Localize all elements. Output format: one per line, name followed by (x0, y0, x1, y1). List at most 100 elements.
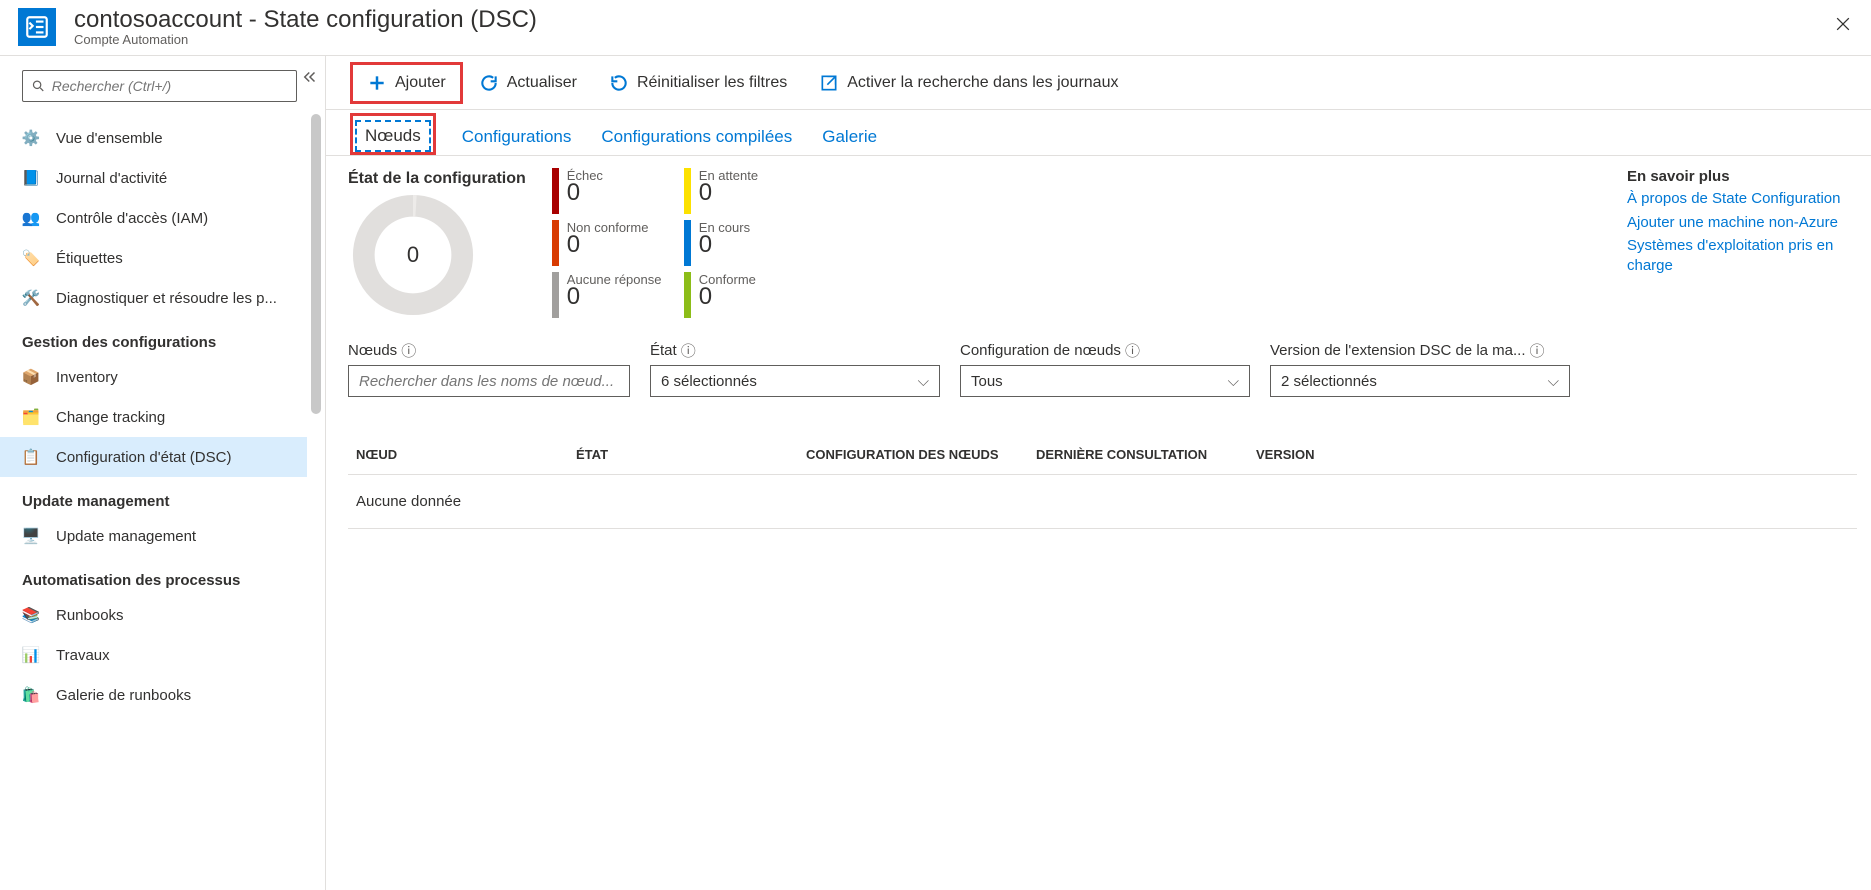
bar-icon (684, 272, 691, 318)
dsc-icon (18, 8, 56, 46)
filter-label: Configuration de nœuds (960, 342, 1121, 359)
filter-node-config: Configuration de nœudsⓘ Tous⌵ (960, 340, 1250, 397)
nodes-search-input-wrap[interactable] (348, 365, 630, 397)
metric-failed: Échec0 (552, 168, 662, 214)
nav-label: Étiquettes (56, 250, 123, 267)
nav-label: Travaux (56, 647, 110, 664)
col-last-seen[interactable]: DERNIÈRE CONSULTATION (1036, 447, 1256, 462)
chevron-down-icon: ⌵ (1548, 373, 1559, 390)
info-icon[interactable]: ⓘ (681, 340, 696, 361)
col-state[interactable]: ÉTAT (576, 447, 806, 462)
nav-dsc[interactable]: 📋Configuration d'état (DSC) (0, 437, 307, 477)
dsc-version-dropdown[interactable]: 2 sélectionnés ⌵ (1270, 365, 1570, 397)
nav-jobs[interactable]: 📊 Travaux (0, 635, 307, 675)
bar-icon (684, 220, 691, 266)
nav-change-tracking[interactable]: 🗂️Change tracking (0, 397, 307, 437)
metric-noresponse: Aucune réponse0 (552, 272, 662, 318)
nav-tags[interactable]: 🏷️ Étiquettes (0, 238, 307, 278)
reset-label: Réinitialiser les filtres (637, 74, 787, 92)
metric-pending: En attente0 (684, 168, 758, 214)
reset-filters-button[interactable]: Réinitialiser les filtres (593, 63, 803, 103)
metric-value: 0 (699, 181, 758, 205)
tag-icon: 🏷️ (22, 249, 40, 267)
chevron-down-icon: ⌵ (1228, 373, 1239, 390)
add-button[interactable]: Ajouter (350, 62, 463, 104)
nav-update-mgmt[interactable]: 🖥️Update management (0, 516, 307, 556)
nav-diagnose[interactable]: 🛠️ Diagnostiquer et résoudre les p... (0, 278, 307, 318)
dropdown-value: 6 sélectionnés (661, 373, 757, 390)
nav-overview[interactable]: ⚙️Vue d'ensemble (0, 118, 307, 158)
sidebar-search-input[interactable] (52, 78, 288, 94)
info-icon[interactable]: ⓘ (1530, 340, 1545, 361)
tab-configurations[interactable]: Configurations (458, 127, 576, 155)
nav-inventory[interactable]: 📦Inventory (0, 357, 307, 397)
refresh-button[interactable]: Actualiser (463, 63, 593, 103)
filter-nodes: Nœudsⓘ (348, 340, 630, 397)
enable-log-search-button[interactable]: Activer la recherche dans les journaux (803, 63, 1134, 103)
tab-gallery[interactable]: Galerie (818, 127, 881, 155)
blade-header: contosoaccount - State configuration (DS… (0, 0, 1871, 56)
dropdown-value: 2 sélectionnés (1281, 373, 1377, 390)
learn-more-heading: En savoir plus (1627, 168, 1857, 185)
metric-label: Aucune réponse (567, 272, 662, 287)
reset-icon (609, 73, 629, 93)
nav-runbooks[interactable]: 📚Runbooks (0, 595, 307, 635)
logsearch-label: Activer la recherche dans les journaux (847, 74, 1118, 92)
col-version[interactable]: VERSION (1256, 447, 1406, 462)
status-metrics: Échec0 En attente0 Non conforme0 (552, 168, 758, 318)
page-title: contosoaccount - State configuration (DS… (74, 6, 1859, 34)
nav-label: Vue d'ensemble (56, 130, 163, 147)
nodes-search-input[interactable] (359, 373, 619, 390)
sidebar: ⚙️Vue d'ensemble 📘Journal d'activité 👥Co… (0, 56, 326, 890)
nodeconfig-dropdown[interactable]: Tous⌵ (960, 365, 1250, 397)
tab-nodes-highlight: Nœuds (350, 113, 436, 155)
nav-label: Update management (56, 528, 196, 545)
nav-label: Configuration d'état (DSC) (56, 449, 231, 466)
metric-noncompliant: Non conforme0 (552, 220, 662, 266)
link-about-state-config[interactable]: À propos de State Configuration (1627, 189, 1857, 209)
info-icon[interactable]: ⓘ (1125, 340, 1140, 361)
link-supported-os[interactable]: Systèmes d'exploitation pris en charge (1627, 236, 1857, 275)
info-icon[interactable]: ⓘ (401, 340, 416, 361)
section-config: Gestion des configurations (0, 318, 307, 357)
filter-label: Version de l'extension DSC de la ma... (1270, 342, 1526, 359)
learn-more-panel: En savoir plus À propos de State Configu… (1627, 168, 1857, 279)
refresh-label: Actualiser (507, 74, 577, 92)
metric-value: 0 (567, 233, 649, 257)
nav-label: Diagnostiquer et résoudre les p... (56, 290, 277, 307)
state-dropdown[interactable]: 6 sélectionnés ⌵ (650, 365, 940, 397)
metric-value: 0 (567, 285, 662, 309)
filter-state: Étatⓘ 6 sélectionnés ⌵ (650, 340, 940, 397)
nav-label: Contrôle d'accès (IAM) (56, 210, 208, 227)
metric-value: 0 (567, 181, 603, 205)
sidebar-scrollbar[interactable] (311, 114, 321, 414)
bar-icon (552, 168, 559, 214)
col-node[interactable]: NŒUD (356, 447, 576, 462)
external-link-icon (819, 73, 839, 93)
inventory-icon: 📦 (22, 368, 40, 386)
section-update: Update management (0, 477, 307, 516)
tab-nodes[interactable]: Nœuds (355, 120, 431, 152)
chevron-down-icon: ⌵ (918, 373, 929, 390)
nav-activity-log[interactable]: 📘Journal d'activité (0, 158, 307, 198)
col-config[interactable]: CONFIGURATION DES NŒUDS (806, 447, 1036, 462)
metric-compliant: Conforme0 (684, 272, 756, 318)
section-process: Automatisation des processus (0, 556, 307, 595)
link-add-non-azure[interactable]: Ajouter une machine non-Azure (1627, 213, 1857, 233)
refresh-icon (479, 73, 499, 93)
close-button[interactable] (1827, 8, 1859, 40)
nav-iam[interactable]: 👥Contrôle d'accès (IAM) (0, 198, 307, 238)
sidebar-search[interactable] (22, 70, 297, 102)
jobs-icon: 📊 (22, 646, 40, 664)
filter-label: État (650, 342, 677, 359)
nav-label: Galerie de runbooks (56, 687, 191, 704)
filters-row: Nœudsⓘ Étatⓘ 6 sélectionnés⌵ Configurati… (348, 340, 1857, 397)
nav-runbook-gallery[interactable]: 🛍️ Galerie de runbooks (0, 675, 307, 715)
filter-dsc-version: Version de l'extension DSC de la ma...ⓘ … (1270, 340, 1570, 397)
gallery-icon: 🛍️ (22, 686, 40, 704)
plus-icon (367, 73, 387, 93)
collapse-sidebar-button[interactable] (301, 68, 319, 89)
tab-compiled-configurations[interactable]: Configurations compilées (597, 127, 796, 155)
diagnose-icon: 🛠️ (22, 289, 40, 307)
status-donut: 0 (348, 190, 478, 320)
